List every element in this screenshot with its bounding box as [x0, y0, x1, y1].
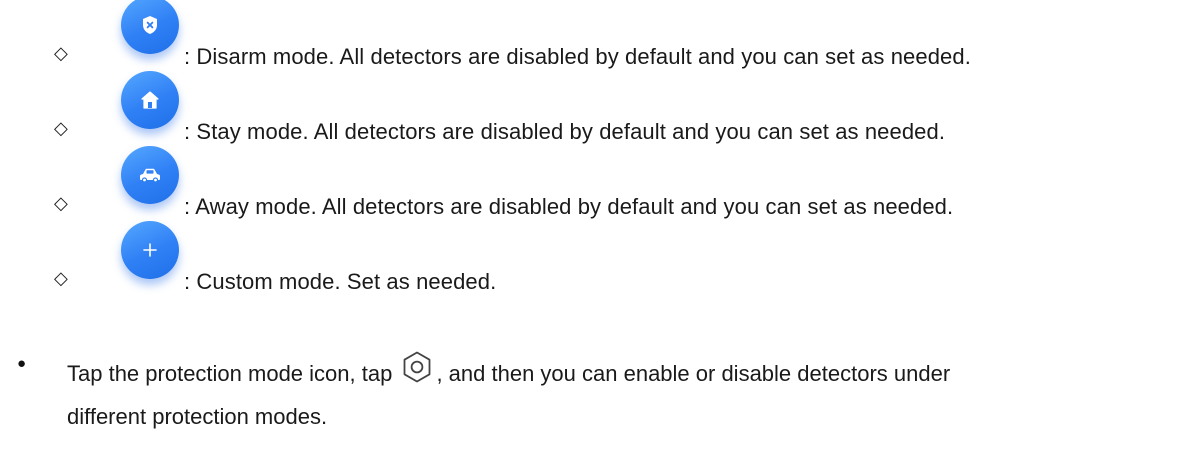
settings-icon	[404, 351, 431, 383]
disarm-mode-text: : Disarm mode. All detectors are disable…	[184, 44, 971, 69]
instruction-paragraph-line1: Tap the protection mode icon, tap , and …	[67, 350, 950, 387]
mode-list-item-disarm: ◇ : Disarm mode. All detectors are disab…	[0, 0, 1199, 69]
away-mode-text: : Away mode. All detectors are disabled …	[184, 194, 954, 219]
mode-list-item-away: ◇ : Away mode. All detectors are disable…	[0, 146, 1199, 219]
plus-icon	[143, 243, 157, 257]
mode-list-item-stay: ◇ : Stay mode. All detectors are disable…	[0, 71, 1199, 144]
away-mode-icon	[121, 146, 179, 204]
custom-mode-icon	[121, 221, 179, 279]
diamond-bullet: ◇	[54, 43, 68, 64]
bullet-marker: ●	[17, 355, 27, 372]
instruction-text-before: Tap the protection mode icon, tap	[67, 361, 393, 386]
diamond-bullet: ◇	[54, 193, 68, 214]
instruction-text-after: , and then you can enable or disable det…	[436, 361, 951, 386]
stay-mode-icon	[121, 71, 179, 129]
car-icon	[140, 168, 160, 183]
diamond-bullet: ◇	[54, 118, 68, 139]
stay-mode-text: : Stay mode. All detectors are disabled …	[184, 119, 946, 144]
diamond-bullet: ◇	[54, 268, 68, 289]
custom-mode-text: : Custom mode. Set as needed.	[184, 269, 497, 294]
shield-x-icon	[143, 16, 157, 34]
mode-list-item-custom: ◇ : Custom mode. Set as needed.	[0, 221, 1199, 294]
instruction-paragraph-line2: different protection modes.	[67, 404, 328, 429]
disarm-mode-icon	[121, 0, 179, 54]
home-icon	[141, 91, 159, 109]
